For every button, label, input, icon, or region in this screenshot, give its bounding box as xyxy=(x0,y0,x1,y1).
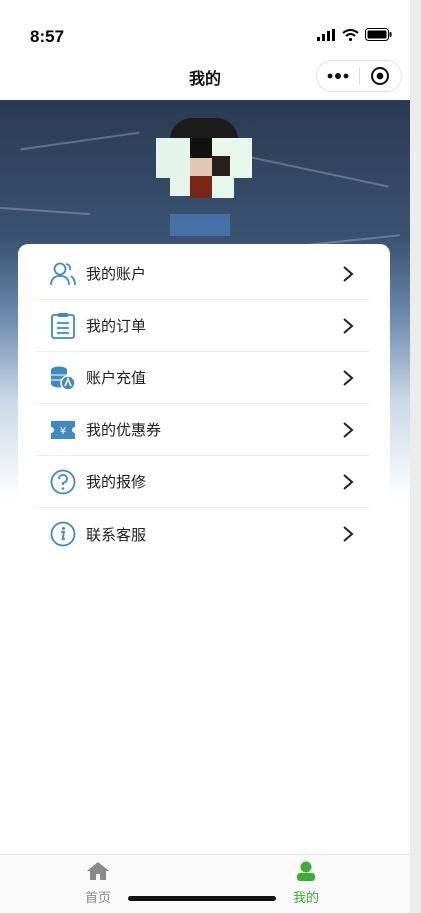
avatar-pixel xyxy=(190,138,212,158)
phone-screen: 8:57 我的 我的账户 我的订单 账户充值 ¥ 我的优惠券 我的报修 联系客服… xyxy=(0,0,410,913)
menu-item-repairs[interactable]: 我的报修 xyxy=(36,456,370,508)
question-icon xyxy=(48,467,78,497)
tab-home[interactable]: 首页 xyxy=(68,861,128,906)
banner-streak xyxy=(20,131,140,151)
status-icons xyxy=(317,28,392,41)
chevron-right-icon xyxy=(343,265,354,282)
order-list-icon xyxy=(48,311,78,341)
avatar-pixel xyxy=(190,158,212,178)
menu-item-coupons[interactable]: ¥ 我的优惠券 xyxy=(36,404,370,456)
menu-item-account[interactable]: 我的账户 xyxy=(36,248,370,300)
chevron-right-icon xyxy=(343,317,354,334)
coins-recharge-icon xyxy=(48,363,78,393)
avatar-pixel xyxy=(170,214,230,236)
avatar-pixel xyxy=(190,176,212,198)
signal-icon xyxy=(317,28,335,41)
target-icon xyxy=(371,67,390,85)
chevron-right-icon xyxy=(343,526,354,542)
avatar-pixel xyxy=(156,138,190,178)
chevron-right-icon xyxy=(343,421,354,438)
coupon-icon: ¥ xyxy=(48,415,78,445)
chevron-right-icon xyxy=(343,473,354,490)
user-icon xyxy=(48,259,78,289)
menu-card: 我的账户 我的订单 账户充值 ¥ 我的优惠券 我的报修 联系客服 xyxy=(18,244,390,560)
tab-bar: 首页 我的 xyxy=(0,854,410,913)
home-icon xyxy=(87,862,109,880)
nav-bar: 我的 xyxy=(0,52,410,100)
avatar-pixel xyxy=(170,118,238,140)
tab-label: 首页 xyxy=(84,891,111,906)
banner-streak xyxy=(0,206,90,216)
wifi-icon xyxy=(342,28,359,41)
menu-item-label: 联系客服 xyxy=(86,525,147,544)
menu-item-label: 我的订单 xyxy=(86,317,147,335)
avatar-pixel xyxy=(212,156,230,176)
home-indicator xyxy=(128,896,276,901)
menu-item-label: 账户充值 xyxy=(86,369,147,387)
menu-item-recharge[interactable]: 账户充值 xyxy=(36,352,370,404)
tab-label: 我的 xyxy=(292,891,319,906)
battery-icon xyxy=(365,28,392,41)
menu-item-customer-service[interactable]: 联系客服 xyxy=(36,508,370,560)
mini-program-capsule xyxy=(316,60,402,92)
menu-item-label: 我的账户 xyxy=(86,265,147,283)
chevron-right-icon xyxy=(343,369,354,386)
info-icon xyxy=(48,519,78,549)
banner-streak xyxy=(241,154,389,188)
tab-mine[interactable]: 我的 xyxy=(276,861,336,906)
avatar-pixel xyxy=(170,176,190,196)
menu-item-orders[interactable]: 我的订单 xyxy=(36,300,370,352)
avatar[interactable] xyxy=(156,118,252,238)
menu-item-label: 我的报修 xyxy=(86,473,147,491)
person-icon xyxy=(297,861,315,881)
svg-text:¥: ¥ xyxy=(60,426,66,437)
more-dots-icon xyxy=(327,73,349,79)
status-time: 8:57 xyxy=(30,27,65,46)
avatar-pixel xyxy=(212,176,234,198)
menu-item-label: 我的优惠券 xyxy=(86,421,162,439)
more-menu-button[interactable] xyxy=(317,61,359,91)
close-mini-program-button[interactable] xyxy=(359,61,401,91)
